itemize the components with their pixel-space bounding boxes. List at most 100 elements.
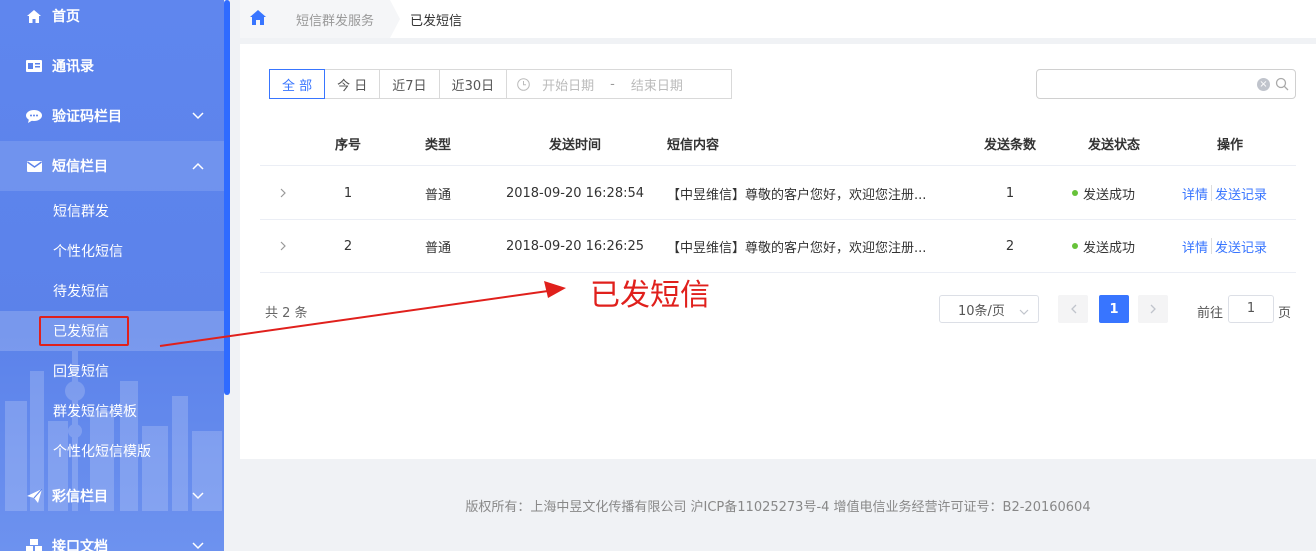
- row-send-time: 2018-09-20 16:28:54: [505, 185, 645, 201]
- footer-copyright: 版权所有：上海中昱文化传播有限公司 沪ICP备11025273号-4 增值电信业…: [465, 499, 1091, 515]
- clock-icon: [517, 77, 530, 91]
- breadcrumb-parent[interactable]: 短信群发服务: [276, 0, 401, 38]
- chevron-left-icon: [1070, 304, 1076, 314]
- sidebar-item-label: 短信群发: [53, 204, 109, 220]
- chat-bubble-icon: [26, 109, 42, 123]
- sidebar-item-sms-bulk[interactable]: 短信群发: [0, 191, 224, 231]
- next-page-button[interactable]: [1138, 295, 1168, 323]
- expand-chevron-icon[interactable]: [280, 167, 287, 219]
- detail-link[interactable]: 详情: [1182, 237, 1208, 256]
- annotation-highlight-box: [39, 316, 129, 346]
- header-actions: 操作: [1216, 138, 1243, 153]
- prev-page-button[interactable]: [1058, 295, 1088, 323]
- nav-api-docs[interactable]: 接口文档: [0, 521, 224, 551]
- chevron-down-icon: [1019, 304, 1029, 319]
- sidebar-item-label: 回复短信: [53, 364, 109, 380]
- header-index: 序号: [334, 138, 361, 153]
- sidebar-item-label: 个性化短信: [53, 244, 123, 260]
- sidebar-item-personalized-sms[interactable]: 个性化短信: [0, 231, 224, 271]
- sidebar-item-label: 个性化短信模版: [53, 444, 151, 460]
- sidebar-item-label: 群发短信模板: [53, 404, 137, 420]
- row-status: 发送成功: [1083, 240, 1136, 256]
- table-row: 1 普通 2018-09-20 16:28:54 【中昱维信】尊敬的客户您好，欢…: [260, 167, 1296, 220]
- filter-30days-button[interactable]: 近30日: [439, 69, 508, 99]
- date-separator: -: [610, 76, 615, 92]
- filter-all-button[interactable]: 全 部: [269, 69, 326, 99]
- goto-page-input[interactable]: 1: [1228, 295, 1274, 323]
- page-1-button[interactable]: 1: [1099, 295, 1129, 323]
- nav-api-docs-label: 接口文档: [52, 539, 108, 551]
- chevron-down-icon: [192, 488, 204, 504]
- row-index: 1: [343, 185, 353, 201]
- cubes-icon: [26, 539, 42, 551]
- row-count: 1: [1005, 185, 1015, 201]
- sidebar: 首页 通讯录 验证码栏目 短信栏目 短信群发 个性化短信 待发短信 已发短信 回…: [0, 0, 224, 551]
- sidebar-item-label: 待发短信: [53, 284, 109, 300]
- search-input[interactable]: ×: [1036, 69, 1296, 99]
- filter-7days-button[interactable]: 近7日: [380, 69, 440, 99]
- nav-sms-group-label: 短信栏目: [52, 159, 108, 175]
- header-status: 发送状态: [1087, 138, 1140, 153]
- sidebar-item-pending-sms[interactable]: 待发短信: [0, 271, 224, 311]
- row-type: 普通: [424, 240, 451, 256]
- nav-contacts[interactable]: 通讯录: [0, 41, 224, 91]
- status-dot-icon: [1072, 190, 1078, 196]
- row-type: 普通: [424, 187, 451, 203]
- nav-home-label: 首页: [52, 9, 80, 25]
- row-content: 【中昱维信】尊敬的客户您好，欢迎您注册...: [667, 187, 927, 203]
- search-icon[interactable]: [1275, 77, 1289, 95]
- nav-home[interactable]: 首页: [0, 0, 224, 41]
- row-content: 【中昱维信】尊敬的客户您好，欢迎您注册...: [667, 240, 927, 256]
- expand-chevron-icon[interactable]: [280, 220, 287, 272]
- divider: [1211, 185, 1213, 201]
- send-records-link[interactable]: 发送记录: [1215, 237, 1267, 256]
- start-date-input[interactable]: 开始日期: [542, 75, 594, 94]
- header-type: 类型: [424, 138, 451, 153]
- row-actions: 详情 发送记录: [1182, 167, 1302, 219]
- sidebar-item-personalized-template[interactable]: 个性化短信模版: [0, 431, 224, 471]
- filter-today-button[interactable]: 今 日: [325, 69, 381, 99]
- status-badge: 发送成功: [1072, 220, 1162, 272]
- header-send-time: 发送时间: [548, 138, 601, 153]
- home-icon: [250, 9, 266, 29]
- send-records-link[interactable]: 发送记录: [1215, 184, 1267, 203]
- row-count: 2: [1005, 238, 1015, 254]
- detail-link[interactable]: 详情: [1182, 184, 1208, 203]
- page-size-value: 10条/页: [958, 303, 1005, 319]
- row-status: 发送成功: [1083, 187, 1136, 203]
- status-dot-icon: [1072, 243, 1078, 249]
- breadcrumb-parent-label: 短信群发服务: [296, 13, 375, 29]
- total-count: 共 2 条: [265, 306, 308, 321]
- date-range-picker[interactable]: 开始日期 - 结束日期: [507, 69, 733, 99]
- nav-contacts-label: 通讯录: [52, 59, 94, 75]
- chevron-up-icon: [192, 158, 204, 174]
- end-date-input[interactable]: 结束日期: [631, 75, 683, 94]
- sidebar-scrollbar[interactable]: [224, 0, 230, 395]
- nav-sms-group[interactable]: 短信栏目: [0, 141, 224, 191]
- row-actions: 详情 发送记录: [1182, 220, 1302, 272]
- page-size-select[interactable]: 10条/页: [939, 295, 1039, 323]
- table-row: 2 普通 2018-09-20 16:26:25 【中昱维信】尊敬的客户您好，欢…: [260, 220, 1296, 273]
- envelope-icon: [26, 160, 42, 172]
- sidebar-item-reply-sms[interactable]: 回复短信: [0, 351, 224, 391]
- nav-verify-code[interactable]: 验证码栏目: [0, 91, 224, 141]
- paper-plane-icon: [26, 489, 42, 503]
- header-count: 发送条数: [983, 138, 1036, 153]
- breadcrumb: 短信群发服务 已发短信: [240, 0, 1316, 38]
- breadcrumb-current: 已发短信: [390, 0, 478, 38]
- nav-mms-group[interactable]: 彩信栏目: [0, 471, 224, 521]
- breadcrumb-current-label: 已发短信: [410, 13, 463, 29]
- chevron-down-icon: [192, 538, 204, 551]
- row-send-time: 2018-09-20 16:26:25: [505, 238, 645, 254]
- sidebar-item-bulk-template[interactable]: 群发短信模板: [0, 391, 224, 431]
- nav-verify-code-label: 验证码栏目: [52, 109, 122, 125]
- annotation-label: 已发短信: [590, 278, 710, 313]
- main-panel: 全 部 今 日 近7日 近30日 开始日期 - 结束日期 × 序号 类型 发送时…: [240, 44, 1316, 459]
- clear-icon[interactable]: ×: [1257, 78, 1270, 91]
- header-content: 短信内容: [667, 138, 720, 153]
- date-filter-group: 全 部 今 日 近7日 近30日 开始日期 - 结束日期: [269, 69, 733, 99]
- divider: [1211, 238, 1213, 254]
- address-card-icon: [26, 60, 42, 72]
- breadcrumb-home[interactable]: [240, 0, 276, 38]
- table-header: 序号 类型 发送时间 短信内容 发送条数 发送状态 操作: [260, 122, 1296, 166]
